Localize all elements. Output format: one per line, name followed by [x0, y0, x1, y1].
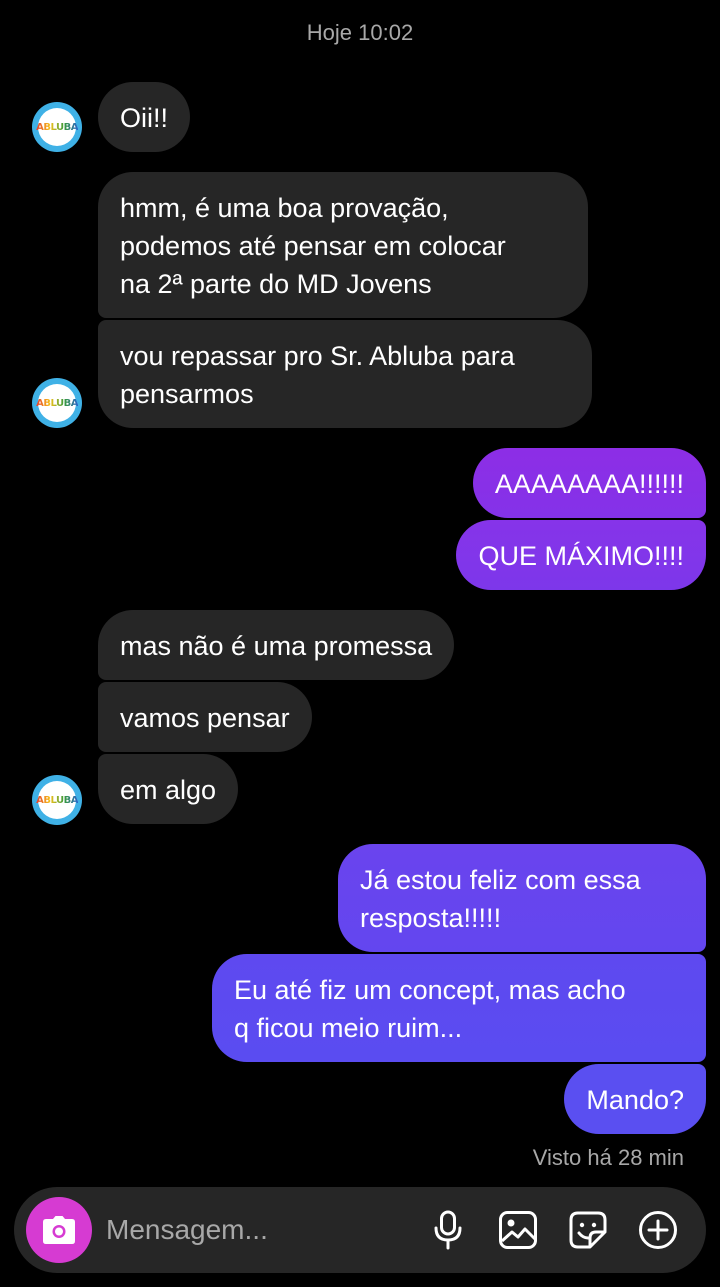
abluba-logo-avatar-icon: ABLUBA [36, 781, 78, 819]
abluba-logo-avatar-icon: ABLUBA [36, 108, 78, 146]
message-timestamp: Hoje 10:02 [306, 20, 414, 45]
plus-circle-icon [639, 1211, 677, 1249]
microphone-icon [434, 1210, 462, 1250]
incoming-message[interactable]: vamos pensar [98, 682, 312, 752]
gallery-icon [499, 1211, 537, 1249]
outgoing-message[interactable]: QUE MÁXIMO!!!! [456, 520, 706, 590]
incoming-message[interactable]: mas não é uma promessa [98, 610, 455, 680]
outgoing-message[interactable]: Mando? [564, 1064, 706, 1134]
contact-avatar[interactable]: ABLUBA [32, 378, 82, 428]
camera-button[interactable] [26, 1197, 92, 1263]
message-composer [14, 1187, 706, 1273]
incoming-message[interactable]: Oii!! [98, 82, 191, 152]
camera-icon [43, 1216, 75, 1244]
more-button[interactable] [636, 1208, 680, 1252]
contact-avatar[interactable]: ABLUBA [32, 775, 82, 825]
incoming-message[interactable]: vou repassar pro Sr. Abluba para pensarm… [98, 320, 592, 428]
sticker-icon [569, 1211, 607, 1249]
gallery-button[interactable] [496, 1208, 540, 1252]
contact-avatar[interactable]: ABLUBA [32, 102, 82, 152]
message-input[interactable] [106, 1208, 406, 1252]
microphone-button[interactable] [426, 1208, 470, 1252]
incoming-message[interactable]: hmm, é uma boa provação, podemos até pen… [98, 172, 588, 318]
seen-status: Visto há 28 min [532, 1145, 684, 1170]
sticker-button[interactable] [566, 1208, 610, 1252]
incoming-message[interactable]: em algo [98, 754, 239, 824]
outgoing-message[interactable]: Eu até fiz um concept, mas acho q ficou … [212, 954, 706, 1062]
abluba-logo-avatar-icon: ABLUBA [36, 384, 78, 422]
outgoing-message[interactable]: AAAAAAAA!!!!!! [472, 448, 706, 518]
outgoing-message[interactable]: Já estou feliz com essa resposta!!!!! [338, 844, 706, 952]
chat-screen: Hoje 10:02 Oii!! hmm, é uma boa provação… [0, 0, 720, 1287]
